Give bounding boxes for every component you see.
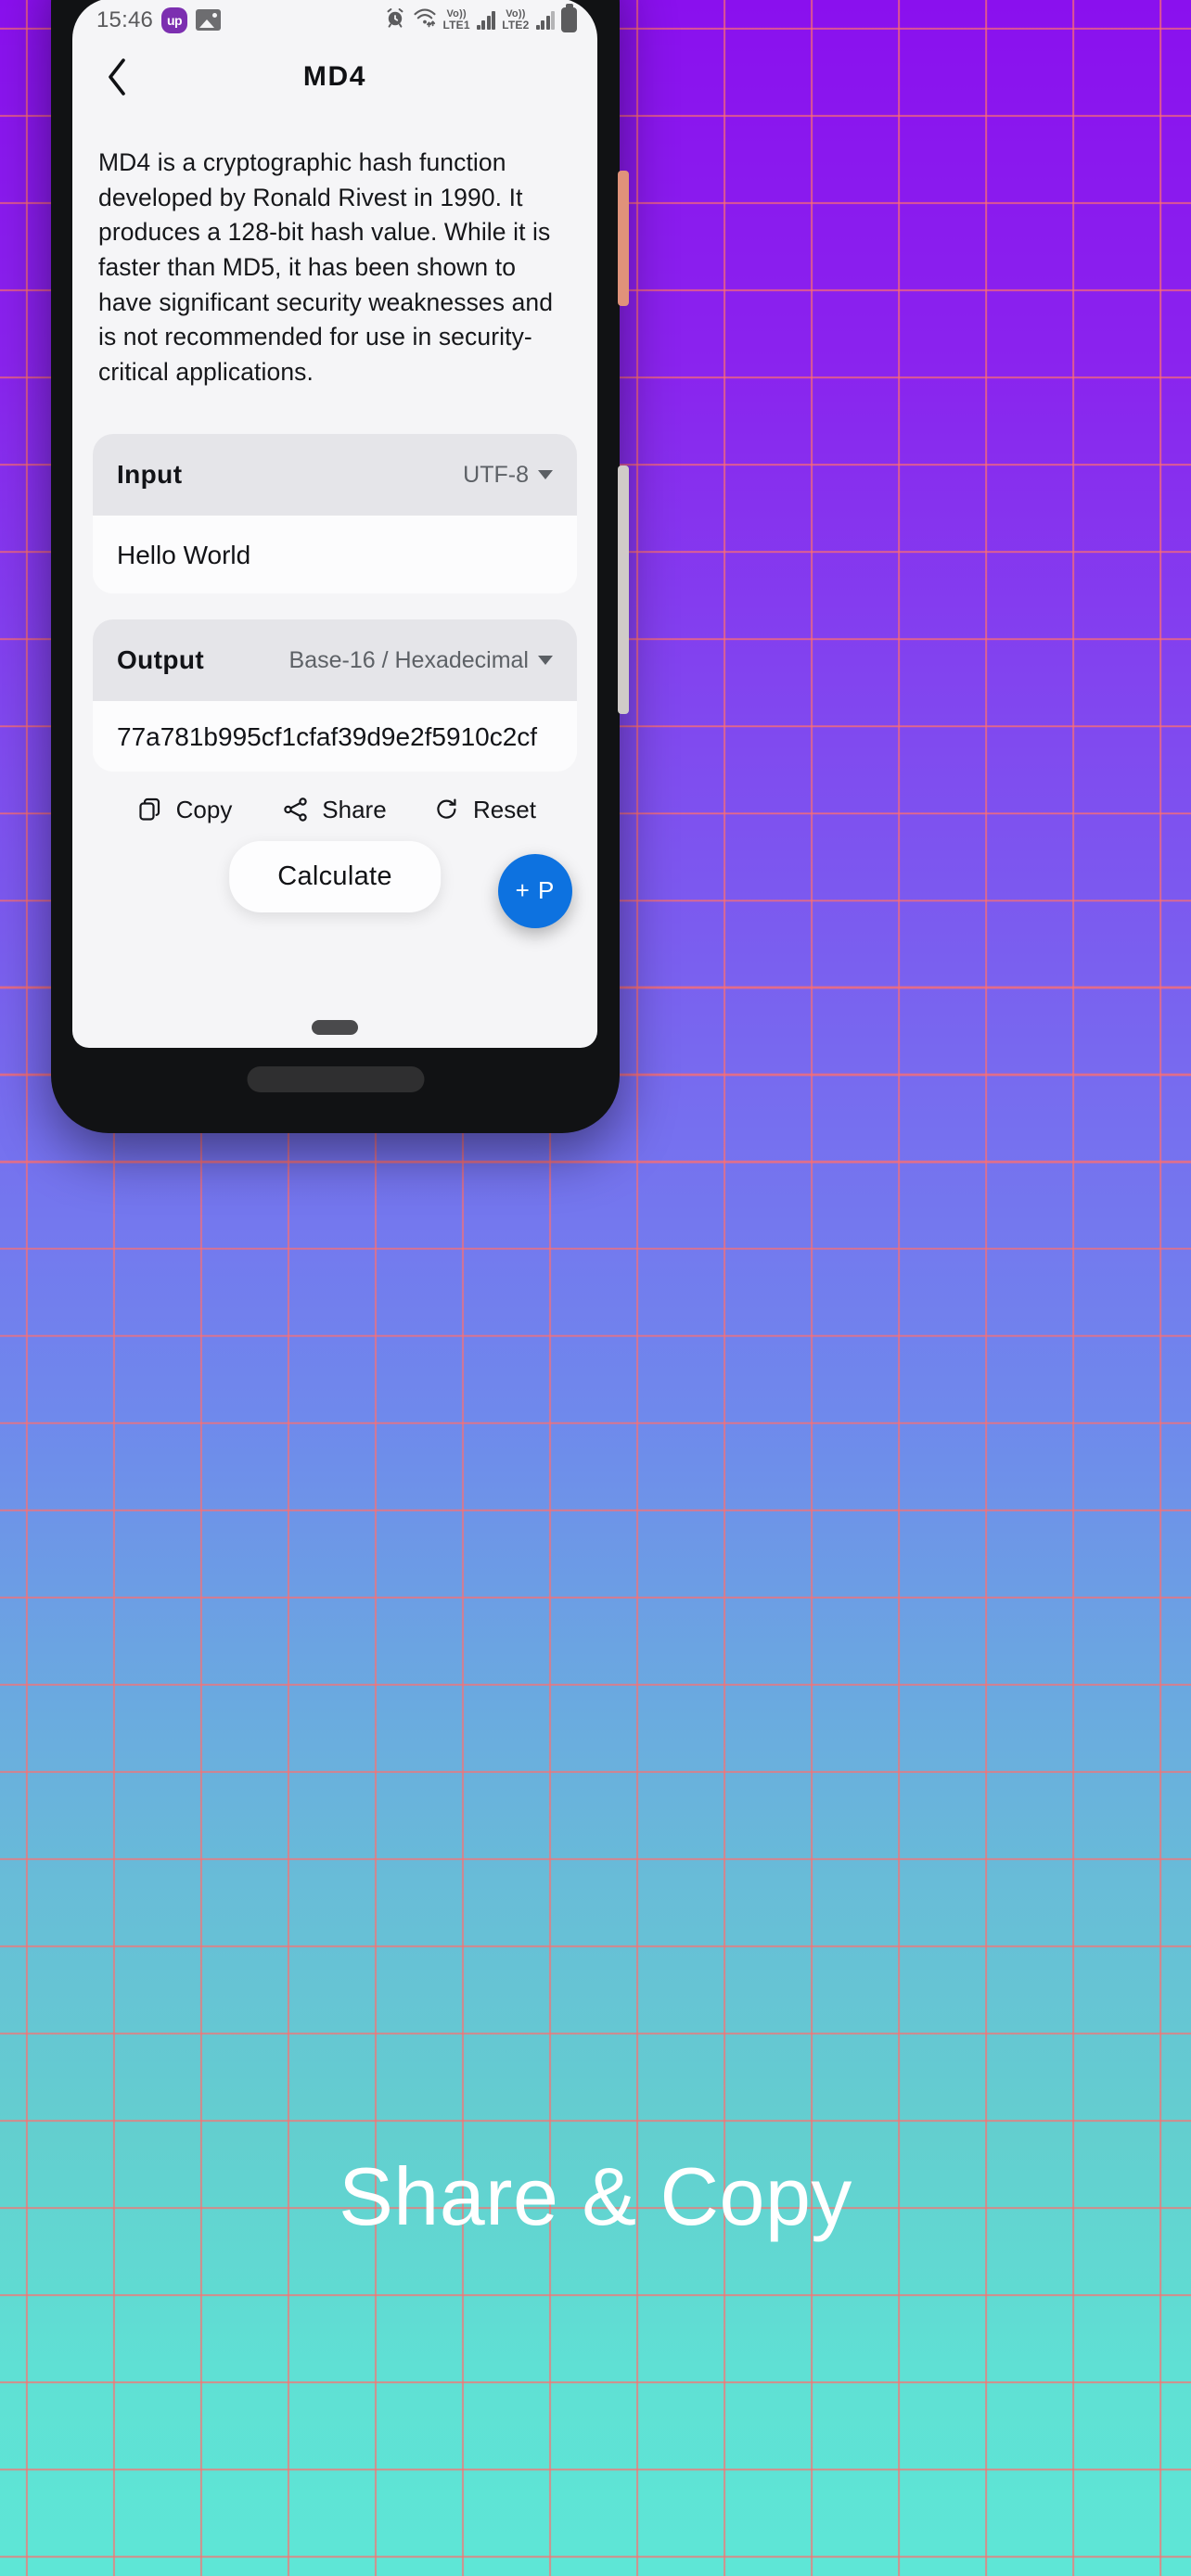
signal-bars-1-icon	[476, 10, 496, 30]
share-button[interactable]: Share	[260, 796, 410, 824]
status-bar-clock: 15:46	[96, 6, 154, 32]
footer-area: Calculate + P	[72, 824, 597, 1048]
chevron-left-icon	[105, 57, 129, 97]
copy-button[interactable]: Copy	[109, 796, 260, 824]
reset-button[interactable]: Reset	[410, 796, 560, 824]
status-bar-left: 15:46 up	[96, 6, 222, 33]
action-row: Copy Share Reset	[109, 796, 560, 824]
device-home-indicator	[247, 1066, 424, 1092]
input-text-field[interactable]: Hello World	[93, 516, 577, 594]
up-badge-icon: up	[161, 6, 188, 33]
wifi-icon	[413, 7, 437, 33]
reset-label: Reset	[473, 795, 536, 823]
share-icon	[283, 797, 309, 823]
share-label: Share	[322, 795, 387, 823]
output-card: Output Base-16 / Hexadecimal 77a781b995c…	[93, 619, 577, 772]
reset-icon	[434, 797, 460, 823]
algorithm-description: MD4 is a cryptographic hash function dev…	[98, 148, 554, 386]
output-hash-value[interactable]: 77a781b995cf1cfaf39d9e2f5910c2cf	[93, 701, 577, 772]
alarm-icon	[384, 6, 406, 34]
page-title: MD4	[302, 61, 367, 92]
navigation-gesture-pill[interactable]	[312, 1020, 358, 1035]
add-preset-fab[interactable]: + P	[498, 853, 572, 928]
input-encoding-dropdown[interactable]: UTF-8	[463, 462, 553, 489]
volume-button[interactable]	[618, 465, 629, 714]
battery-icon	[561, 7, 577, 32]
copy-icon	[137, 797, 163, 823]
app-bar: MD4	[72, 42, 597, 112]
copy-label: Copy	[175, 795, 233, 823]
promo-caption: Share & Copy	[339, 2150, 852, 2242]
phone-device-frame: 15:46 up Vo)) LTE1 Vo)) LTE2 MD4 MD4 is …	[51, 0, 629, 1133]
status-bar-right: Vo)) LTE1 Vo)) LTE2	[384, 6, 577, 34]
chevron-down-icon	[538, 656, 553, 666]
output-label: Output	[117, 645, 205, 675]
input-card-header: Input UTF-8	[93, 434, 577, 516]
output-encoding-dropdown[interactable]: Base-16 / Hexadecimal	[289, 647, 553, 674]
input-encoding-value: UTF-8	[463, 461, 529, 488]
status-bar: 15:46 up Vo)) LTE1 Vo)) LTE2	[72, 0, 597, 42]
back-button[interactable]	[93, 53, 141, 101]
calculate-button[interactable]: Calculate	[229, 840, 441, 912]
image-icon	[196, 9, 222, 31]
signal-lte2-icon: Vo)) LTE2	[502, 8, 530, 32]
input-card: Input UTF-8 Hello World	[93, 434, 577, 594]
input-label: Input	[117, 460, 183, 490]
signal-bars-2-icon	[535, 10, 555, 30]
signal-lte1-icon: Vo)) LTE1	[442, 8, 470, 32]
power-button[interactable]	[618, 171, 629, 306]
chevron-down-icon	[538, 470, 553, 480]
output-encoding-value: Base-16 / Hexadecimal	[288, 646, 529, 673]
phone-screen: 15:46 up Vo)) LTE1 Vo)) LTE2 MD4 MD4 is …	[72, 0, 597, 1048]
output-card-header: Output Base-16 / Hexadecimal	[93, 619, 577, 702]
